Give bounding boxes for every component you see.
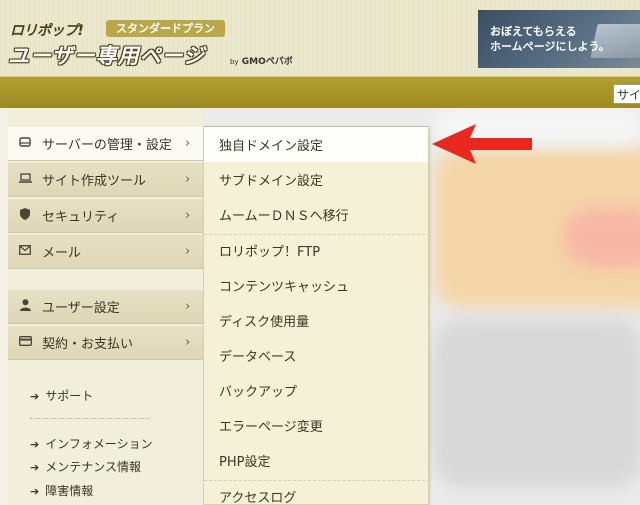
sidebar-item-server-management[interactable]: サーバーの管理・設定 › — [8, 127, 203, 161]
promo-banner[interactable]: おぼえてもらえる ホームページにしよう。 — [478, 10, 640, 68]
user-icon — [18, 299, 32, 314]
sidebar-item-label: セキュリティ — [42, 210, 120, 225]
menu-item-subdomain[interactable]: サブドメイン設定 — [204, 162, 428, 197]
plan-badge: スタンダードプラン — [106, 20, 225, 37]
brand-logo[interactable]: ロリポップ! — [10, 20, 84, 40]
arrow-right-icon: ➔ — [30, 438, 40, 451]
promo-text: おぼえてもらえる ホームページにしよう。 — [490, 25, 610, 53]
company-logo: by GMOペパボ — [230, 54, 293, 67]
sidebar-item-billing[interactable]: 契約・お支払い › — [8, 326, 203, 360]
laptop-icon — [18, 173, 32, 186]
arrow-right-icon: ➔ — [30, 485, 40, 498]
server-submenu: 独自ドメイン設定 サブドメイン設定 ムームーＤＮＳへ移行 ロリポップ！FTP コ… — [203, 126, 429, 505]
sidebar-item-label: サーバーの管理・設定 — [42, 138, 172, 153]
link-label: インフォメーション — [45, 437, 153, 451]
header: ロリポップ! スタンダードプラン ユーザー専用ページ by GMOペパボ おぼえ… — [0, 0, 640, 76]
support-label: サポート — [45, 389, 94, 403]
chevron-right-icon: › — [185, 172, 191, 187]
site-search-input[interactable] — [613, 84, 640, 104]
sidebar-item-label: サイト作成ツール — [42, 174, 147, 189]
sidebar-item-label: ユーザー設定 — [42, 301, 120, 316]
blurred-panel — [433, 318, 640, 488]
menu-item-ftp[interactable]: ロリポップ！FTP — [204, 233, 428, 268]
by-label: by — [230, 58, 239, 66]
arrow-right-icon: ➔ — [30, 390, 40, 403]
sidebar-item-security[interactable]: セキュリティ › — [8, 199, 203, 233]
chevron-right-icon: › — [185, 244, 191, 259]
annotation-arrow-icon — [432, 124, 532, 164]
sidebar-item-site-tools[interactable]: サイト作成ツール › — [8, 163, 203, 197]
shield-icon — [18, 208, 32, 223]
menu-item-database[interactable]: データベース — [204, 338, 428, 373]
link-label: メンテナンス情報 — [45, 460, 141, 474]
server-icon — [18, 137, 32, 150]
maintenance-link[interactable]: ➔ メンテナンス情報 — [30, 458, 141, 475]
menu-item-php-settings[interactable]: PHP設定 — [204, 443, 428, 478]
menu-item-access-log[interactable]: アクセスログ — [204, 479, 428, 504]
mail-icon — [18, 245, 32, 258]
link-label: 障害情報 — [45, 484, 94, 498]
menu-item-custom-domain[interactable]: 独自ドメイン設定 — [204, 127, 428, 162]
company-name: GMOペパボ — [241, 57, 293, 67]
sidebar-item-label: メール — [42, 246, 82, 261]
chevron-right-icon: › — [185, 136, 191, 151]
top-bar — [0, 76, 640, 108]
chevron-right-icon: › — [185, 335, 191, 350]
menu-item-error-page[interactable]: エラーページ変更 — [204, 408, 428, 443]
support-link[interactable]: ➔ サポート — [30, 387, 93, 404]
chevron-right-icon: › — [185, 299, 191, 314]
sidebar-item-label: 契約・お支払い — [42, 337, 134, 352]
card-icon — [18, 336, 32, 349]
blurred-panel — [563, 208, 640, 268]
divider — [30, 418, 150, 419]
chevron-right-icon: › — [185, 208, 191, 223]
menu-item-muumuu-dns[interactable]: ムームーＤＮＳへ移行 — [204, 197, 428, 232]
menu-item-disk-usage[interactable]: ディスク使用量 — [204, 303, 428, 338]
menu-item-content-cache[interactable]: コンテンツキャッシュ — [204, 268, 428, 303]
sidebar-item-user-settings[interactable]: ユーザー設定 › — [8, 290, 203, 324]
sidebar-gutter — [0, 108, 8, 505]
menu-item-backup[interactable]: バックアップ — [204, 373, 428, 408]
outage-link[interactable]: ➔ 障害情報 — [30, 482, 93, 499]
info-link[interactable]: ➔ インフォメーション — [30, 435, 153, 452]
sidebar-item-mail[interactable]: メール › — [8, 235, 203, 269]
page-title: ユーザー専用ページ — [8, 44, 206, 68]
arrow-right-icon: ➔ — [30, 461, 40, 474]
